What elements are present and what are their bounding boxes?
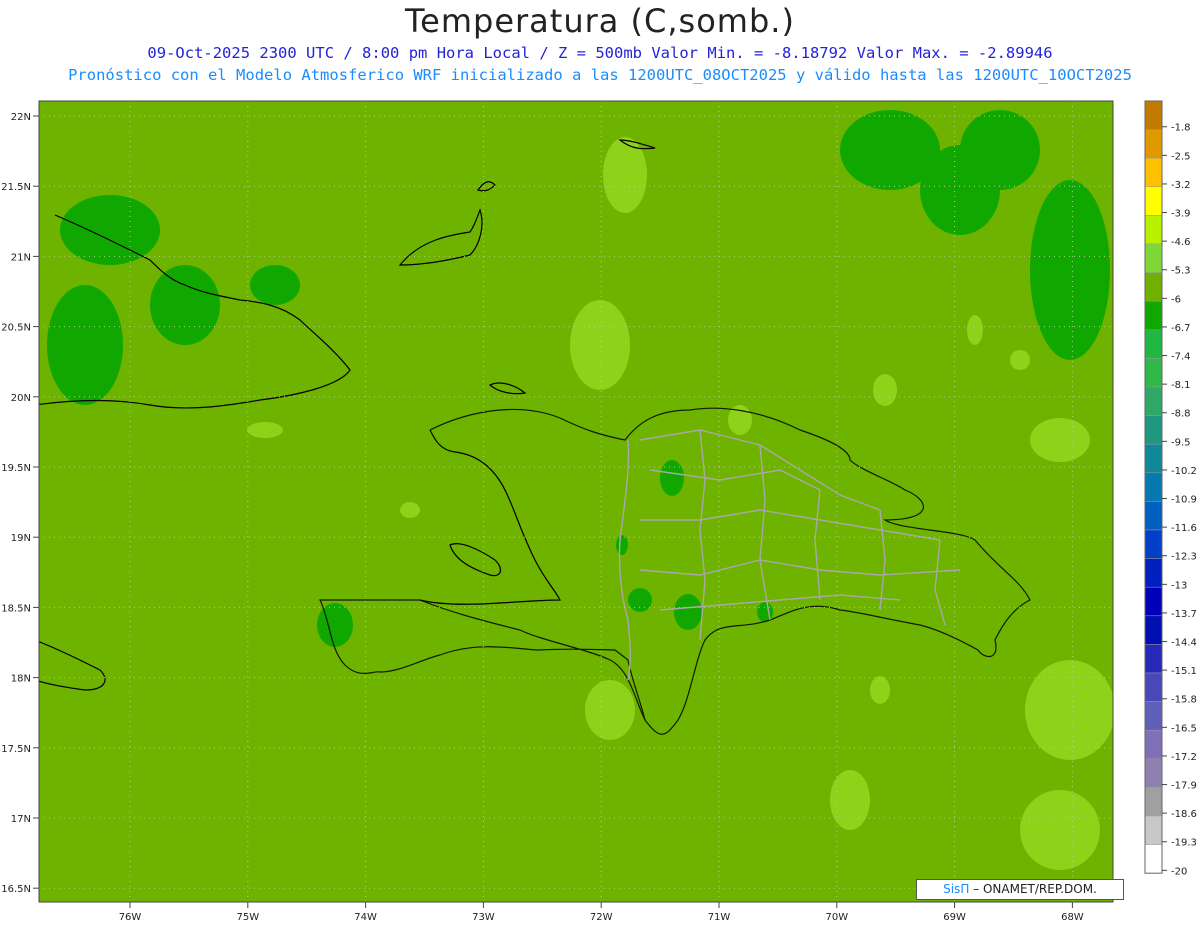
- colorbar-label: -3.9: [1171, 209, 1191, 220]
- longitude-axis: 76W 75W 74W 73W 72W 71W 70W 69W 68W: [119, 902, 1084, 923]
- colorbar-label: -7.4: [1171, 352, 1191, 363]
- lat-tick-label: 21N: [11, 252, 31, 263]
- colorbar-label: -11.6: [1171, 523, 1197, 534]
- lat-tick-label: 17.5N: [1, 744, 31, 755]
- credit-text: – ONAMET/REP.DOM.: [969, 882, 1097, 896]
- colorbar-label: -8.1: [1171, 380, 1191, 391]
- colorbar-swatch: [1144, 644, 1163, 674]
- colorbar-swatch: [1144, 300, 1163, 331]
- lat-tick-label: 20N: [11, 393, 31, 404]
- colorbar-label: -15.1: [1171, 666, 1197, 677]
- lon-tick-label: 70W: [825, 912, 848, 923]
- lat-tick-label: 19N: [11, 533, 31, 544]
- colorbar-label: -4.6: [1171, 237, 1191, 248]
- colorbar-label: -10.2: [1171, 466, 1197, 477]
- latitude-axis: 22N 21.5N 21N 20.5N 20N 19.5N 19N 18.5N 18N 17.5N…: [1, 112, 39, 895]
- colorbar-swatch: [1144, 100, 1163, 130]
- colorbar-label: -13.7: [1171, 609, 1197, 620]
- colorbar-label: -13: [1171, 580, 1187, 591]
- lat-tick-label: 17N: [11, 814, 31, 825]
- lat-tick-label: 19.5N: [1, 463, 31, 474]
- colorbar-label: -17.2: [1171, 752, 1197, 763]
- lat-tick-label: 18.5N: [1, 603, 31, 614]
- lat-tick-label: 21.5N: [1, 182, 31, 193]
- lon-tick-label: 74W: [354, 912, 377, 923]
- lon-tick-label: 75W: [236, 912, 259, 923]
- colorbar-swatch: [1144, 672, 1163, 702]
- lon-tick-label: 73W: [472, 912, 495, 923]
- colorbar: -1.8 -2.5 -3.2 -3.9 -4.6 -5.3 -6 -6.7 -7.4 -8.1 -8…: [1144, 100, 1197, 877]
- colorbar-label: -19.3: [1171, 838, 1197, 849]
- sispi-brand: SisΠ: [943, 882, 970, 896]
- colorbar-swatch: [1144, 472, 1163, 502]
- colorbar-swatch: [1144, 844, 1163, 874]
- colorbar-swatch: [1144, 758, 1163, 788]
- colorbar-label: -2.5: [1171, 151, 1191, 162]
- colorbar-label: -15.8: [1171, 695, 1197, 706]
- colorbar-label: -1.8: [1171, 123, 1191, 134]
- colorbar-swatch: [1144, 615, 1163, 645]
- colorbar-label: -9.5: [1171, 437, 1191, 448]
- lon-tick-label: 76W: [119, 912, 142, 923]
- colorbar-swatch: [1144, 729, 1163, 760]
- lat-tick-label: 20.5N: [1, 323, 31, 334]
- colorbar-swatch: [1144, 815, 1163, 845]
- colorbar-label: -17.9: [1171, 781, 1197, 792]
- colorbar-label: -3.2: [1171, 180, 1191, 191]
- colorbar-label: -16.5: [1171, 723, 1197, 734]
- colorbar-swatch: [1144, 129, 1163, 159]
- colorbar-swatch: [1144, 701, 1163, 731]
- lat-tick-label: 18N: [11, 674, 31, 685]
- colorbar-swatch: [1144, 272, 1163, 302]
- colorbar-label: -18.6: [1171, 809, 1197, 820]
- colorbar-label: -5.3: [1171, 266, 1191, 277]
- colorbar-swatch: [1144, 443, 1163, 474]
- colorbar-swatch: [1144, 787, 1163, 817]
- colorbar-label: -8.8: [1171, 409, 1191, 420]
- lon-tick-label: 69W: [943, 912, 966, 923]
- colorbar-swatch: [1144, 501, 1163, 531]
- colorbar-swatch: [1144, 529, 1163, 559]
- colorbar-label: -14.4: [1171, 638, 1197, 649]
- colorbar-label: -6.7: [1171, 323, 1191, 334]
- colorbar-label: -6: [1171, 294, 1181, 305]
- colorbar-swatch: [1144, 243, 1163, 273]
- colorbar-swatch: [1144, 358, 1163, 388]
- colorbar-swatch: [1144, 186, 1163, 216]
- colorbar-swatch: [1144, 558, 1163, 588]
- colorbar-swatch: [1144, 157, 1163, 188]
- colorbar-swatch: [1144, 386, 1163, 416]
- colorbar-swatch: [1144, 586, 1163, 617]
- colorbar-swatch: [1144, 415, 1163, 445]
- colorbar-label: -12.3: [1171, 552, 1197, 563]
- lat-tick-label: 16.5N: [1, 884, 31, 895]
- lat-tick-label: 22N: [11, 112, 31, 123]
- lon-tick-label: 71W: [708, 912, 731, 923]
- colorbar-label: -10.9: [1171, 495, 1197, 506]
- credit-box: SisΠ – ONAMET/REP.DOM.: [916, 879, 1124, 900]
- lon-tick-label: 72W: [590, 912, 613, 923]
- temperature-map: 22N 21.5N 21N 20.5N 20N 19.5N 19N 18.5N 18N 17.5N…: [1, 100, 1197, 923]
- colorbar-label: -20: [1171, 866, 1187, 877]
- lon-tick-label: 68W: [1061, 912, 1084, 923]
- colorbar-swatch: [1144, 215, 1163, 245]
- colorbar-swatch: [1144, 329, 1163, 359]
